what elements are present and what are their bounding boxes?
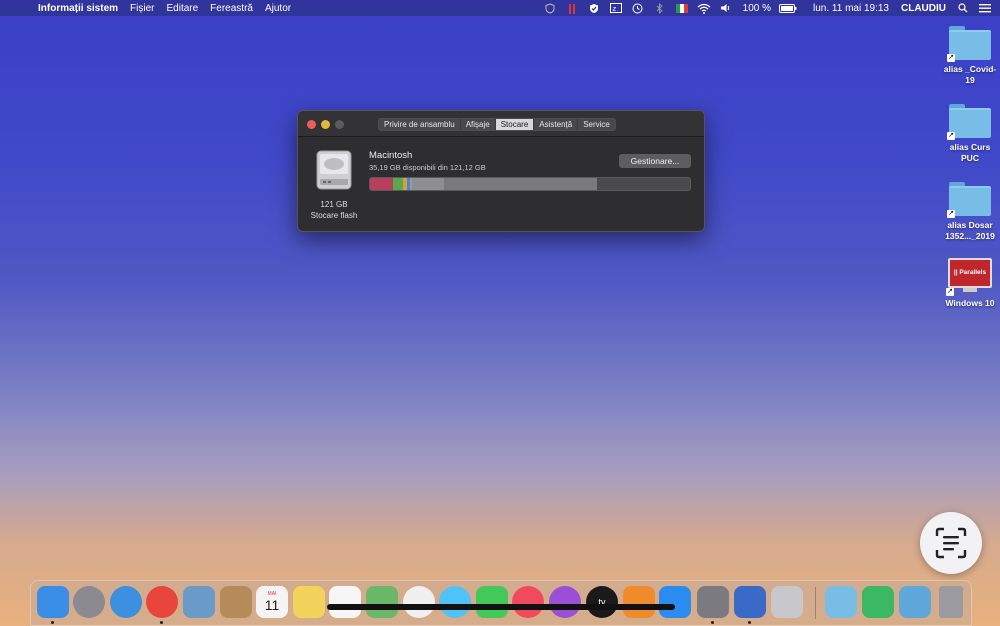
folder-icon: ↗ [947, 26, 991, 62]
disk-type: Stocare flash [310, 211, 358, 220]
spotlight-search-icon[interactable] [954, 0, 972, 16]
zoom-window-button[interactable] [335, 120, 344, 129]
running-indicator [51, 621, 54, 624]
text-scan-icon [935, 527, 967, 559]
photos-icon[interactable] [403, 586, 435, 618]
storage-segment [370, 178, 394, 190]
system-preferences-icon[interactable] [697, 586, 729, 618]
menu-edit[interactable]: Editare [166, 3, 198, 14]
desktop-folder-covid[interactable]: ↗ alias _Covid-19 [940, 26, 1000, 86]
launchpad-icon[interactable] [73, 586, 105, 618]
volume-icon[interactable] [717, 0, 735, 16]
utility-icon[interactable] [771, 586, 803, 618]
menu-bar: Informații sistem Fișier Editare Fereast… [0, 0, 1000, 16]
security-shield-icon[interactable] [862, 586, 894, 618]
folder-icon: ↗ [947, 104, 991, 140]
safari-icon[interactable] [110, 586, 142, 618]
shield-outline-icon[interactable] [541, 0, 559, 16]
calendar-day: 11 [264, 597, 280, 613]
preview-icon[interactable] [183, 586, 215, 618]
facetime-icon[interactable] [476, 586, 508, 618]
folder-icon: ↗ [947, 182, 991, 218]
system-information-window: Privire de ansamblu Afișaje Stocare Asis… [297, 110, 705, 232]
running-indicator [160, 621, 163, 624]
tab-overview[interactable]: Privire de ansamblu [379, 119, 461, 130]
italian-flag-icon[interactable] [673, 0, 691, 16]
shield-check-icon[interactable] [585, 0, 603, 16]
calendar-icon[interactable]: MAI 11 [256, 586, 288, 618]
clock[interactable]: lun. 11 mai 19:13 [813, 3, 889, 14]
tab-storage[interactable]: Stocare [495, 119, 535, 130]
tab-displays[interactable]: Afișaje [461, 119, 496, 130]
desktop-folder-curs-puc[interactable]: ↗ alias Curs PUC [940, 104, 1000, 164]
storage-segment [443, 178, 598, 190]
menu-window[interactable]: Fereastră [210, 3, 253, 14]
running-indicator [711, 621, 714, 624]
parallels-icon[interactable] [734, 586, 766, 618]
disk-capacity: 121 GB [320, 200, 348, 209]
desktop-item-label: alias Dosar 1352..._2019 [945, 220, 995, 241]
user-name[interactable]: CLAUDIU [901, 3, 946, 14]
wifi-icon[interactable] [695, 0, 713, 16]
menu-file[interactable]: Fișier [130, 3, 154, 14]
notes-icon[interactable] [293, 586, 325, 618]
minimize-window-button[interactable] [321, 120, 330, 129]
desktop-item-label: alias _Covid-19 [943, 64, 997, 85]
reminders-icon[interactable] [329, 586, 361, 618]
chrome-icon[interactable] [146, 586, 178, 618]
apple-tv-icon[interactable]: tv [586, 586, 618, 618]
podcasts-icon[interactable] [549, 586, 581, 618]
home-indicator[interactable] [327, 604, 675, 610]
parallels-vm-icon: || Parallels ↗ [946, 258, 992, 296]
disk-free-space: 35,19 GB disponibili din 121,12 GB [369, 163, 486, 172]
sleep-icon[interactable]: z [607, 0, 625, 16]
battery-percent[interactable]: 100 % [743, 3, 771, 14]
alias-arrow-icon: ↗ [946, 288, 954, 296]
desktop-item-label: Windows 10 [945, 298, 995, 308]
tab-bar: Privire de ansamblu Afișaje Stocare Asis… [378, 118, 616, 131]
bluetooth-icon[interactable] [651, 0, 669, 16]
desktop-windows-vm[interactable]: || Parallels ↗ Windows 10 [940, 258, 1000, 309]
menu-help[interactable]: Ajutor [265, 3, 291, 14]
svg-text:z: z [612, 5, 616, 13]
downloads-folder-icon[interactable] [825, 586, 857, 618]
tab-support[interactable]: Asistență [534, 119, 579, 130]
storage-segment [411, 178, 444, 190]
dock: MAI 11 tv [30, 580, 972, 626]
music-icon[interactable] [512, 586, 544, 618]
running-indicator [748, 621, 751, 624]
disk-size-info: 121 GB Stocare flash [306, 199, 362, 221]
close-window-button[interactable] [307, 120, 316, 129]
disk-name: Macintosh [369, 150, 413, 161]
live-text-scan-button[interactable] [920, 512, 982, 574]
books-icon[interactable] [623, 586, 655, 618]
alias-arrow-icon: ↗ [947, 210, 955, 218]
battery-icon[interactable] [779, 0, 797, 16]
alias-arrow-icon: ↗ [947, 54, 955, 62]
dock-separator [815, 587, 816, 619]
maps-icon[interactable] [366, 586, 398, 618]
desktop-folder-dosar[interactable]: ↗ alias Dosar 1352..._2019 [940, 182, 1000, 242]
menu-app-name[interactable]: Informații sistem [38, 3, 118, 14]
alias-arrow-icon: ↗ [947, 132, 955, 140]
hard-drive-icon [314, 149, 354, 191]
control-center-icon[interactable] [976, 0, 994, 16]
messages-icon[interactable] [439, 586, 471, 618]
time-machine-icon[interactable] [629, 0, 647, 16]
tab-service[interactable]: Service [578, 119, 615, 130]
storage-usage-bar [369, 177, 691, 191]
trash-icon[interactable] [939, 586, 963, 618]
window-titlebar[interactable]: Privire de ansamblu Afișaje Stocare Asis… [298, 111, 704, 137]
manage-storage-button[interactable]: Gestionare... [619, 154, 691, 168]
parallels-bars-icon[interactable] [563, 0, 581, 16]
finder-icon[interactable] [37, 586, 69, 618]
app-store-icon[interactable] [659, 586, 691, 618]
documents-folder-icon[interactable] [899, 586, 931, 618]
storage-segment [393, 178, 404, 190]
contacts-icon[interactable] [220, 586, 252, 618]
desktop-item-label: alias Curs PUC [949, 142, 991, 163]
status-area: z 100 % lun. 11 mai 19:13 CLAUDIU [539, 0, 1000, 16]
